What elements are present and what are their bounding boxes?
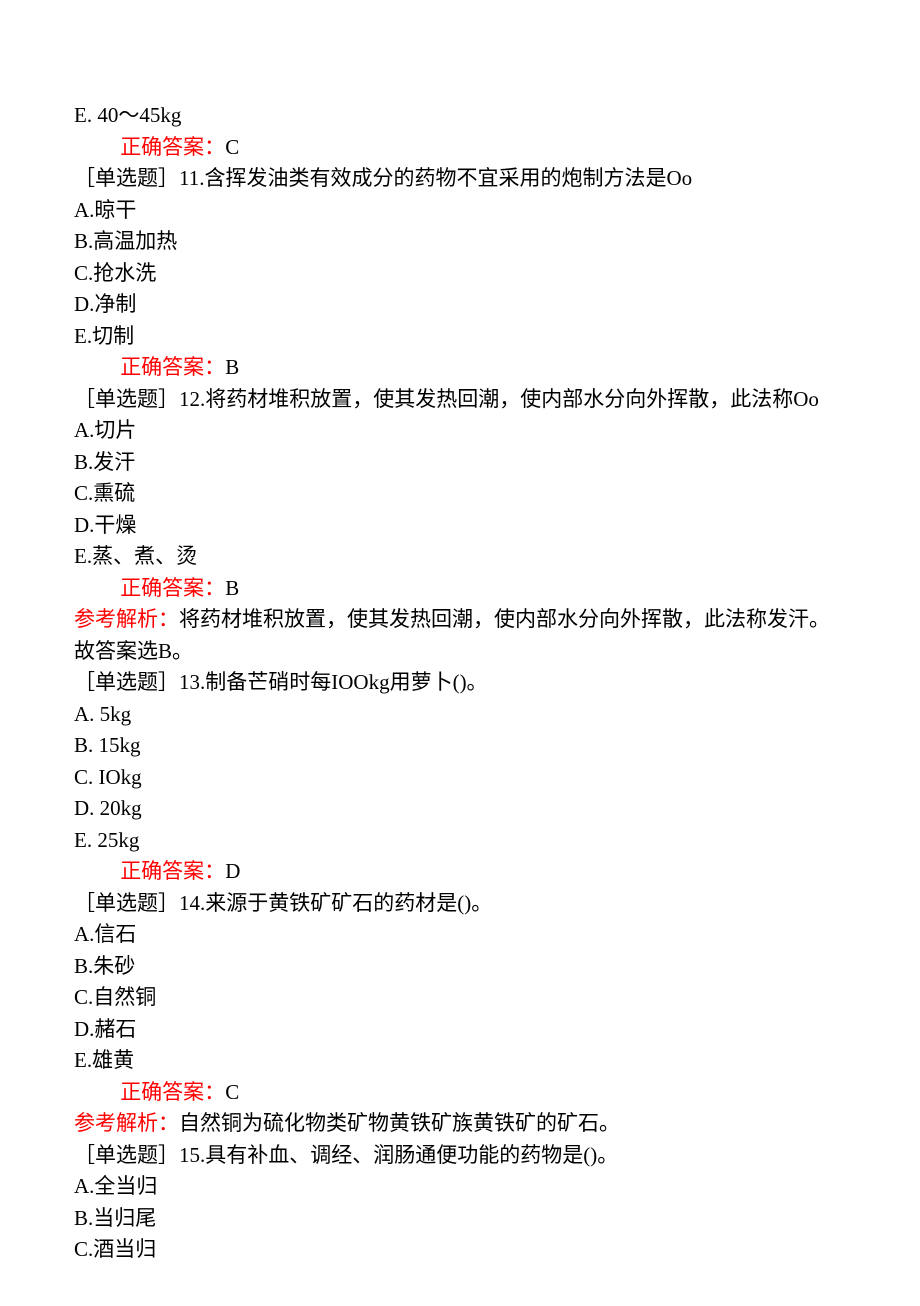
q14-analysis-text: 自然铜为硫化物类矿物黄铁矿族黄铁矿的矿石。 (179, 1111, 620, 1135)
q15-stem: ［单选题］15.具有补血、调经、润肠通便功能的药物是()。 (74, 1140, 846, 1172)
q12-option-e: E.蒸、煮、烫 (74, 541, 846, 573)
q13-stem: ［单选题］13.制备芒硝时每IOOkg用萝卜()。 (74, 667, 846, 699)
q14-stem: ［单选题］14.来源于黄铁矿矿石的药材是()。 (74, 888, 846, 920)
q14-answer-line: 正确答案：C (74, 1077, 846, 1109)
q14-option-c: C.自然铜 (74, 982, 846, 1014)
answer-label: 正确答案： (120, 355, 225, 379)
q10-answer: C (225, 135, 239, 159)
q10-option-e: E. 40～45kg (74, 100, 846, 132)
q12-option-a: A.切片 (74, 415, 846, 447)
q12-stem: ［单选题］12.将药材堆积放置，使其发热回潮，使内部水分向外挥散，此法称Oo (74, 384, 846, 416)
q11-answer-line: 正确答案：B (74, 352, 846, 384)
q11-answer: B (225, 355, 239, 379)
q14-answer: C (225, 1080, 239, 1104)
q14-option-d: D.赭石 (74, 1014, 846, 1046)
analysis-label: 参考解析： (74, 607, 179, 631)
q12-option-c: C.熏硫 (74, 478, 846, 510)
analysis-label: 参考解析： (74, 1111, 179, 1135)
q14-option-e: E.雄黄 (74, 1045, 846, 1077)
q11-option-a: A.晾干 (74, 195, 846, 227)
q13-option-e: E. 25kg (74, 825, 846, 857)
q12-analysis-text: 将药材堆积放置，使其发热回潮，使内部水分向外挥散，此法称发汗。故答案选B。 (74, 607, 830, 663)
q12-answer-line: 正确答案：B (74, 573, 846, 605)
q11-option-c: C.抢水洗 (74, 258, 846, 290)
document-page: E. 40～45kg 正确答案：C ［单选题］11.含挥发油类有效成分的药物不宜… (0, 0, 920, 1306)
q13-option-c: C. IOkg (74, 762, 846, 794)
q12-option-d: D.干燥 (74, 510, 846, 542)
q14-option-b: B.朱砂 (74, 951, 846, 983)
answer-label: 正确答案： (120, 859, 225, 883)
q12-answer: B (225, 576, 239, 600)
q14-analysis-line: 参考解析：自然铜为硫化物类矿物黄铁矿族黄铁矿的矿石。 (74, 1108, 846, 1140)
answer-label: 正确答案： (120, 576, 225, 600)
answer-label: 正确答案： (120, 1080, 225, 1104)
q11-option-b: B.高温加热 (74, 226, 846, 258)
q14-option-a: A.信石 (74, 919, 846, 951)
q10-answer-line: 正确答案：C (74, 132, 846, 164)
q13-answer: D (225, 859, 240, 883)
q13-answer-line: 正确答案：D (74, 856, 846, 888)
q12-option-b: B.发汗 (74, 447, 846, 479)
q13-option-d: D. 20kg (74, 793, 846, 825)
q13-option-b: B. 15kg (74, 730, 846, 762)
answer-label: 正确答案： (120, 135, 225, 159)
q15-option-c: C.酒当归 (74, 1234, 846, 1266)
q15-option-b: B.当归尾 (74, 1203, 846, 1235)
q11-option-e: E.切制 (74, 321, 846, 353)
q12-analysis-line: 参考解析：将药材堆积放置，使其发热回潮，使内部水分向外挥散，此法称发汗。故答案选… (74, 604, 846, 667)
q11-option-d: D.净制 (74, 289, 846, 321)
q15-option-a: A.全当归 (74, 1171, 846, 1203)
q13-option-a: A. 5kg (74, 699, 846, 731)
q11-stem: ［单选题］11.含挥发油类有效成分的药物不宜采用的炮制方法是Oo (74, 163, 846, 195)
